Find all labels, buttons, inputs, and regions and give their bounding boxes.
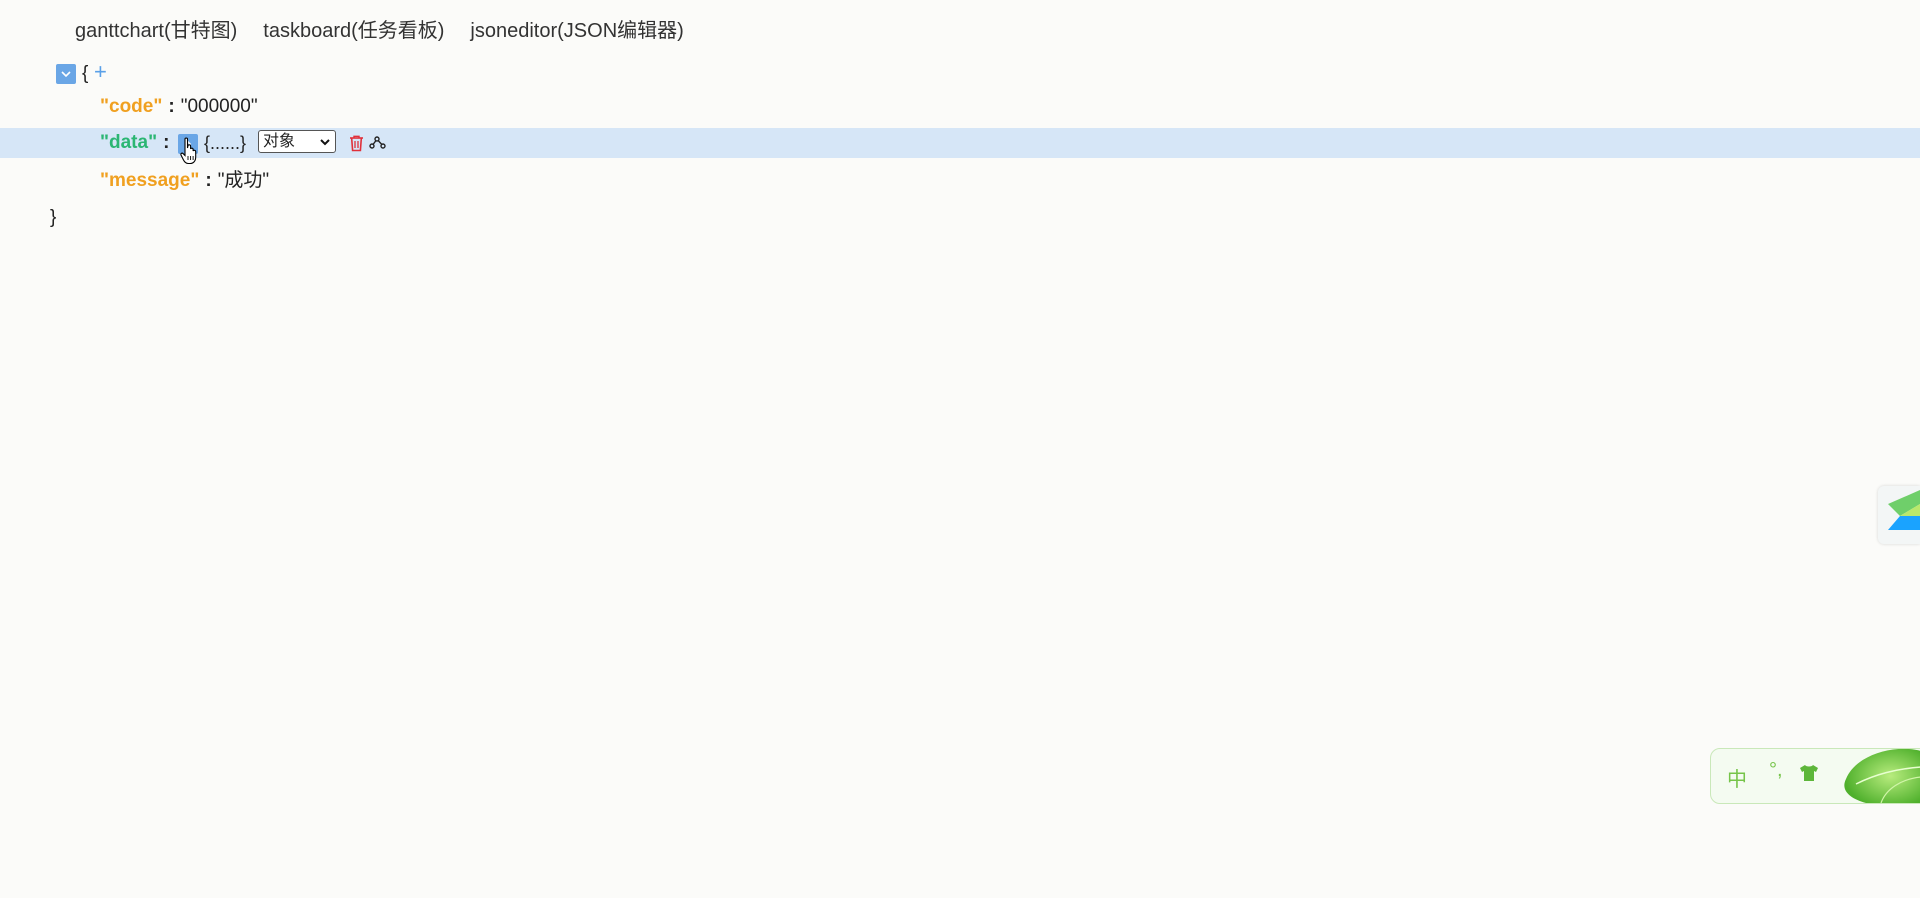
side-floating-widget[interactable] bbox=[1878, 486, 1920, 544]
json-colon: : bbox=[205, 170, 212, 191]
json-key-data[interactable]: "data" bbox=[100, 132, 157, 153]
nav-taskboard-link[interactable]: taskboard(任务看板) bbox=[263, 14, 444, 43]
nav-jsoneditor-link[interactable]: jsoneditor(JSON编辑器) bbox=[470, 14, 683, 43]
chevron-down-icon bbox=[61, 71, 71, 78]
chevron-down-icon bbox=[320, 138, 330, 145]
delete-node-button[interactable] bbox=[347, 133, 365, 153]
json-colon: : bbox=[163, 132, 170, 153]
root-close-brace: } bbox=[50, 207, 57, 228]
json-key-message[interactable]: "message" bbox=[100, 170, 199, 191]
app-logo-icon bbox=[1888, 490, 1920, 530]
ime-status-bar[interactable]: 中 °, bbox=[1710, 748, 1920, 804]
root-open-brace: { bbox=[82, 63, 89, 84]
share-node-button[interactable] bbox=[369, 133, 387, 153]
json-row-data[interactable]: "data": {......} 对象 bbox=[0, 128, 1920, 158]
value-type-selected: 对象 bbox=[263, 133, 296, 150]
json-key-code[interactable]: "code" bbox=[100, 96, 162, 117]
skin-shirt-icon[interactable] bbox=[1799, 764, 1819, 782]
trash-icon bbox=[349, 135, 363, 151]
top-nav: ganttchart(甘特图) taskboard(任务看板) jsonedit… bbox=[75, 14, 684, 43]
ime-mode-toggle[interactable]: 中 bbox=[1727, 763, 1747, 792]
json-editor: { + "code": "000000" "data": {......} 对象 bbox=[0, 58, 1920, 236]
root-collapse-toggle[interactable] bbox=[56, 64, 76, 84]
nav-ganttchart-link[interactable]: ganttchart(甘特图) bbox=[75, 14, 237, 43]
share-nodes-icon bbox=[369, 136, 386, 149]
json-row-code: "code": "000000" bbox=[0, 88, 1920, 125]
leaf-decoration-icon bbox=[1844, 749, 1920, 803]
json-value-message[interactable]: "成功" bbox=[218, 170, 270, 191]
ime-punctuation-toggle[interactable]: °, bbox=[1769, 759, 1783, 782]
hand-pointer-icon bbox=[180, 137, 197, 165]
collapsed-object-preview: {......} bbox=[204, 133, 247, 153]
json-colon: : bbox=[168, 96, 175, 117]
root-close-line: } bbox=[0, 199, 1920, 236]
add-node-button[interactable]: + bbox=[94, 58, 107, 86]
root-open-line: { + bbox=[0, 58, 1920, 88]
json-value-code[interactable]: "000000" bbox=[181, 96, 258, 117]
json-row-message: "message": "成功" bbox=[0, 162, 1920, 199]
value-type-select[interactable]: 对象 bbox=[258, 130, 336, 153]
